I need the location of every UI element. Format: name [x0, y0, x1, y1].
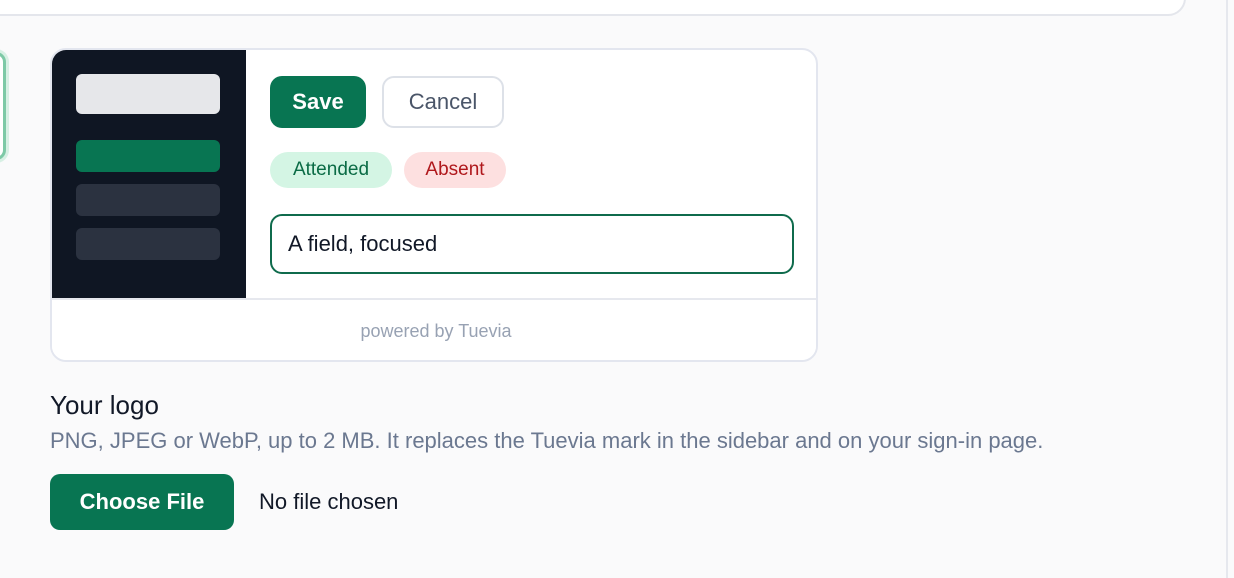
theme-option-selected[interactable] [0, 52, 6, 160]
preview-footer: powered by Tuevia [52, 298, 816, 360]
preview-sidebar-item-active [76, 140, 220, 172]
logo-help-text: PNG, JPEG or WebP, up to 2 MB. It replac… [50, 428, 1044, 453]
choose-file-button[interactable]: Choose File [50, 474, 234, 530]
logo-section-title: Your logo [50, 390, 159, 420]
panel-divider [1226, 0, 1228, 578]
preview-sidebar [52, 50, 246, 298]
preview-save-button[interactable]: Save [270, 76, 366, 128]
preview-sidebar-logo [76, 74, 220, 114]
preview-content: Save Cancel Attended Absent [246, 50, 816, 298]
absent-badge: Absent [404, 152, 506, 188]
preview-sidebar-item [76, 184, 220, 216]
preview-focused-field[interactable] [270, 214, 794, 274]
file-status-text: No file chosen [259, 489, 399, 514]
preview-cancel-button[interactable]: Cancel [382, 76, 504, 128]
branding-preview: Save Cancel Attended Absent powered by T… [50, 48, 818, 362]
attended-badge: Attended [270, 152, 392, 188]
preview-sidebar-item [76, 228, 220, 260]
previous-card [0, 0, 1186, 16]
